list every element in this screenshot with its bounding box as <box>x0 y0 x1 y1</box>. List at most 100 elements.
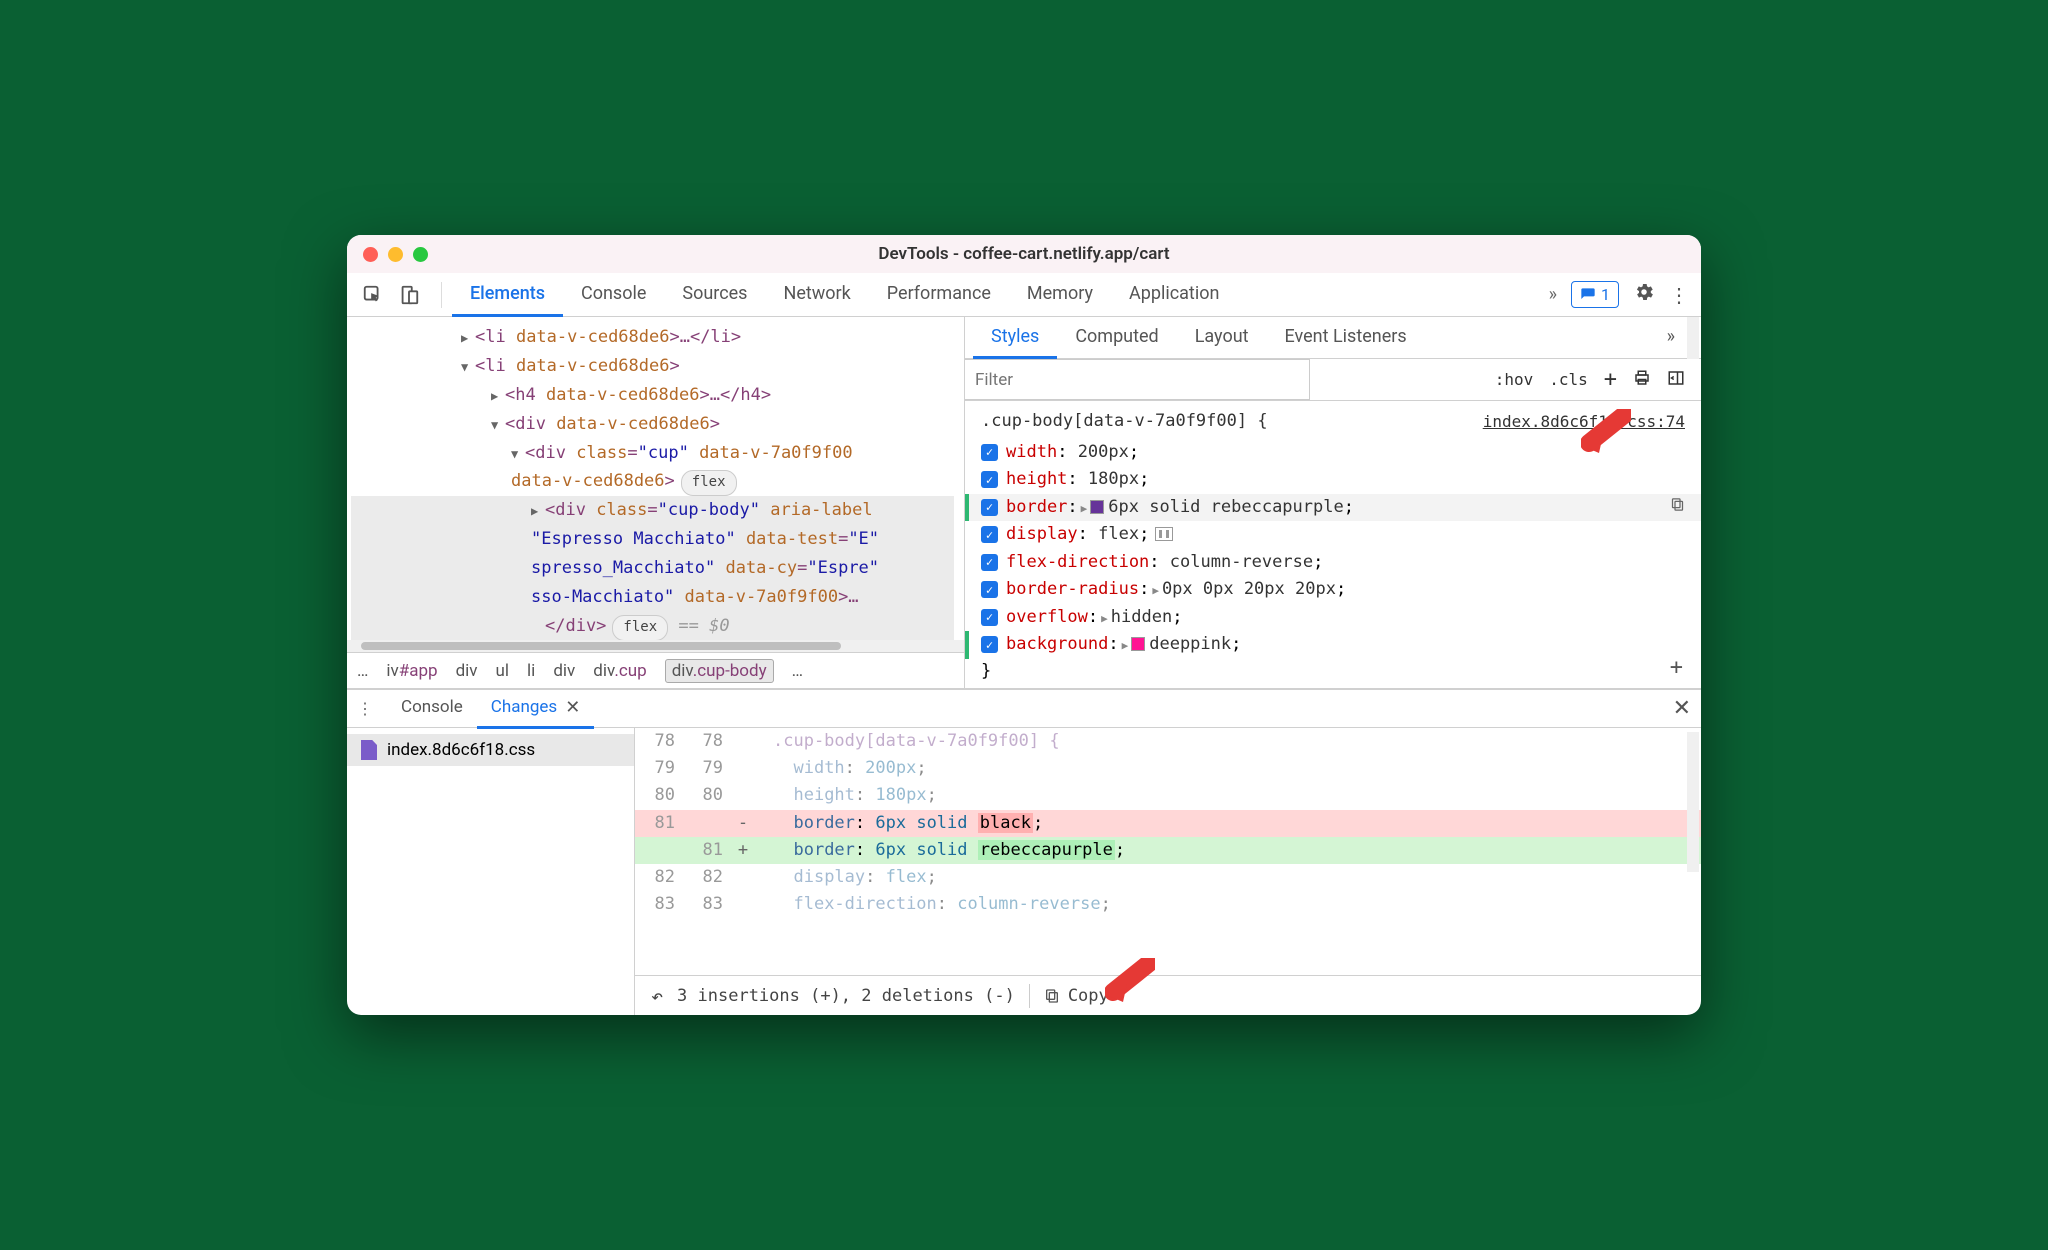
breadcrumb-item[interactable]: … <box>357 661 368 681</box>
close-window[interactable] <box>363 247 378 262</box>
cls-toggle[interactable]: .cls <box>1549 370 1588 389</box>
styles-tab-layout[interactable]: Layout <box>1177 317 1267 359</box>
drawer: ⋮ ConsoleChanges ✕ ✕ index.8d6c6f18.css … <box>347 689 1701 1015</box>
drawer-menu-icon[interactable]: ⋮ <box>357 699 373 718</box>
top-split: ▶<li data-v-ced68de6>…</li>▼<li data-v-c… <box>347 317 1701 689</box>
flex-badge-icon[interactable] <box>1155 527 1173 541</box>
changes-file-list: index.8d6c6f18.css <box>347 728 635 1015</box>
dom-node[interactable]: spresso_Macchiato" data-cy="Espre" <box>351 554 954 583</box>
breadcrumb-item[interactable]: … <box>792 661 803 681</box>
diff-line: 8080 height: 180px; <box>635 782 1701 809</box>
add-property-icon[interactable]: + <box>1670 651 1683 684</box>
hov-toggle[interactable]: :hov <box>1495 370 1534 389</box>
css-selector[interactable]: .cup-body[data-v-7a0f9f00] { <box>981 409 1268 435</box>
changes-file-item[interactable]: index.8d6c6f18.css <box>347 734 634 766</box>
elements-pane: ▶<li data-v-ced68de6>…</li>▼<li data-v-c… <box>347 317 965 688</box>
tab-memory[interactable]: Memory <box>1009 273 1111 317</box>
drawer-close-icon[interactable]: ✕ <box>1673 696 1691 721</box>
property-checkbox[interactable]: ✓ <box>981 554 998 571</box>
dom-node[interactable]: data-v-ced68de6>flex <box>351 467 954 496</box>
tab-sources[interactable]: Sources <box>664 273 765 317</box>
dom-node[interactable]: ▼<div class="cup" data-v-7a0f9f00 <box>351 439 954 468</box>
copy-button[interactable]: Copy <box>1044 986 1109 1006</box>
diff-line: 81- border: 6px solid black; <box>635 810 1701 837</box>
property-checkbox[interactable]: ✓ <box>981 444 998 461</box>
annotation-arrow <box>1105 958 1155 1002</box>
property-checkbox[interactable]: ✓ <box>981 526 998 543</box>
css-property[interactable]: ✓flex-direction: column-reverse; <box>965 549 1701 577</box>
tab-elements[interactable]: Elements <box>452 273 563 317</box>
device-icon[interactable] <box>395 281 423 309</box>
dom-node[interactable]: ▶<li data-v-ced68de6>…</li> <box>351 323 954 352</box>
css-property[interactable]: ✓display: flex; <box>965 521 1701 549</box>
sidebar-toggle-icon[interactable] <box>1667 369 1685 391</box>
breadcrumb-item[interactable]: iv#app <box>386 661 437 681</box>
dom-node[interactable]: ▶<h4 data-v-ced68de6>…</h4> <box>351 381 954 410</box>
inspect-icon[interactable] <box>359 281 387 309</box>
styles-pane: StylesComputedLayoutEvent Listeners» :ho… <box>965 317 1701 688</box>
v-scrollbar[interactable] <box>1687 317 1699 359</box>
dom-node[interactable]: ▶<div class="cup-body" aria-label <box>351 496 954 525</box>
tab-performance[interactable]: Performance <box>869 273 1009 317</box>
css-property[interactable]: ✓height: 180px; <box>965 466 1701 494</box>
gear-icon[interactable] <box>1633 281 1655 308</box>
breadcrumb-item[interactable]: div.cup <box>593 661 646 681</box>
new-rule-icon[interactable]: + <box>1604 367 1617 392</box>
breadcrumb-item[interactable]: div <box>456 661 478 681</box>
undo-icon[interactable]: ↶ <box>651 984 663 1008</box>
diff-line: 81+ border: 6px solid rebeccapurple; <box>635 837 1701 864</box>
drawer-tabs: ⋮ ConsoleChanges ✕ ✕ <box>347 690 1701 728</box>
property-checkbox[interactable]: ✓ <box>981 471 998 488</box>
print-icon[interactable] <box>1633 369 1651 391</box>
property-checkbox[interactable]: ✓ <box>981 609 998 626</box>
dom-node[interactable]: ▼<div data-v-ced68de6> <box>351 410 954 439</box>
breadcrumb-item[interactable]: div.cup-body <box>665 659 774 683</box>
dom-node[interactable]: "Espresso Macchiato" data-test="E" <box>351 525 954 554</box>
breadcrumb-item[interactable]: li <box>527 661 535 681</box>
dom-node[interactable]: </div>flex == $0 <box>351 612 954 640</box>
dom-tree[interactable]: ▶<li data-v-ced68de6>…</li>▼<li data-v-c… <box>347 317 964 640</box>
property-checkbox[interactable]: ✓ <box>981 636 998 653</box>
maximize-window[interactable] <box>413 247 428 262</box>
dom-node[interactable]: ▼<li data-v-ced68de6> <box>351 352 954 381</box>
css-property[interactable]: ✓border:▶6px solid rebeccapurple; <box>965 494 1701 522</box>
tab-network[interactable]: Network <box>765 273 868 317</box>
styles-tab-computed[interactable]: Computed <box>1057 317 1176 359</box>
dom-node[interactable]: sso-Macchiato" data-v-7a0f9f00>… <box>351 583 954 612</box>
tab-console[interactable]: Console <box>563 273 664 317</box>
diff-lines[interactable]: 7878.cup-body[data-v-7a0f9f00] {7979 wid… <box>635 728 1701 975</box>
css-property[interactable]: ✓background:▶deeppink; <box>965 631 1701 659</box>
issues-count: 1 <box>1601 285 1610 304</box>
file-name: index.8d6c6f18.css <box>387 740 535 760</box>
drawer-tab-console[interactable]: Console <box>387 689 477 729</box>
tab-application[interactable]: Application <box>1111 273 1237 317</box>
styles-tab-event-listeners[interactable]: Event Listeners <box>1267 317 1425 359</box>
diff-summary: 3 insertions (+), 2 deletions (-) <box>677 986 1015 1006</box>
minimize-window[interactable] <box>388 247 403 262</box>
property-checkbox[interactable]: ✓ <box>981 581 998 598</box>
css-property[interactable]: ✓overflow:▶hidden; <box>965 604 1701 632</box>
h-scrollbar[interactable] <box>347 640 964 652</box>
copy-icon[interactable] <box>1670 496 1685 520</box>
property-checkbox[interactable]: ✓ <box>981 499 998 516</box>
diff-line: 8282 display: flex; <box>635 864 1701 891</box>
drawer-tab-changes[interactable]: Changes ✕ <box>477 689 595 729</box>
more-tabs[interactable]: » <box>1549 284 1557 305</box>
breadcrumbs: …iv#appdivullidivdiv.cupdiv.cup-body… <box>347 652 964 688</box>
tab-close-icon[interactable]: ✕ <box>565 697 580 718</box>
diff-line: 7878.cup-body[data-v-7a0f9f00] { <box>635 728 1701 755</box>
diff-pane: 7878.cup-body[data-v-7a0f9f00] {7979 wid… <box>635 728 1701 1015</box>
main-tabs: ElementsConsoleSourcesNetworkPerformance… <box>452 273 1549 317</box>
devtools-window: DevTools - coffee-cart.netlify.app/cart … <box>347 235 1701 1015</box>
css-close-brace: } <box>965 659 1701 685</box>
breadcrumb-item[interactable]: div <box>553 661 575 681</box>
styles-filter-input[interactable] <box>965 359 1310 400</box>
styles-filter-bar: :hov .cls + <box>965 359 1701 401</box>
css-property[interactable]: ✓border-radius:▶0px 0px 20px 20px; <box>965 576 1701 604</box>
issues-badge[interactable]: 1 <box>1571 281 1619 308</box>
annotation-arrow <box>1581 409 1631 453</box>
kebab-menu-icon[interactable]: ⋮ <box>1669 283 1689 307</box>
styles-tabs: StylesComputedLayoutEvent Listeners» <box>965 317 1701 359</box>
breadcrumb-item[interactable]: ul <box>496 661 510 681</box>
styles-tab-styles[interactable]: Styles <box>973 317 1057 359</box>
